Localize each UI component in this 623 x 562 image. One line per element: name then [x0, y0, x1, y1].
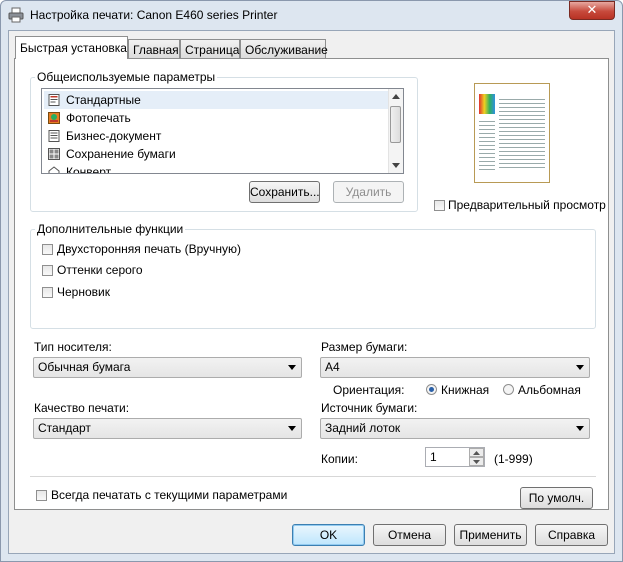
page-preview [474, 83, 550, 183]
always-print-checkbox[interactable] [36, 490, 47, 501]
list-item[interactable]: Фотопечать [44, 109, 388, 127]
copies-stepper[interactable]: 1 [425, 447, 485, 467]
paper-size-select[interactable]: A4 [320, 357, 590, 378]
paper-saving-icon [48, 148, 60, 160]
separator [30, 476, 596, 477]
always-print-label: Всегда печатать с текущими параметрами [51, 488, 288, 502]
envelope-icon [48, 166, 60, 173]
paper-source-value: Задний лоток [325, 421, 401, 435]
delete-preset-button[interactable]: Удалить [333, 181, 404, 203]
grayscale-checkbox[interactable] [42, 265, 53, 276]
scroll-thumb[interactable] [390, 106, 401, 143]
chevron-down-icon [576, 365, 584, 370]
paper-source-label: Источник бумаги: [321, 401, 418, 415]
print-quality-label: Качество печати: [34, 401, 130, 415]
list-item[interactable]: Конверт [44, 163, 388, 174]
printer-icon [8, 7, 24, 23]
presets-group-label: Общеиспользуемые параметры [35, 70, 218, 84]
cancel-button[interactable]: Отмена [373, 524, 446, 546]
defaults-button[interactable]: По умолч. [520, 487, 593, 509]
list-item-label: Сохранение бумаги [66, 147, 176, 161]
standard-icon [48, 94, 60, 106]
list-item-label: Бизнес-документ [66, 129, 162, 143]
list-item-label: Фотопечать [66, 111, 131, 125]
landscape-label: Альбомная [518, 383, 581, 397]
list-item[interactable]: Стандартные [44, 91, 388, 109]
orientation-label: Ориентация: [333, 383, 405, 397]
tab-page[interactable]: Страница [180, 39, 240, 58]
duplex-label: Двухсторонняя печать (Вручную) [57, 242, 242, 256]
list-item[interactable]: Бизнес-документ [44, 127, 388, 145]
extra-functions-label: Дополнительные функции [35, 222, 186, 236]
duplex-checkbox[interactable] [42, 244, 53, 255]
arrow-up-icon [473, 451, 480, 455]
media-type-select[interactable]: Обычная бумага [33, 357, 302, 378]
tab-maintenance[interactable]: Обслуживание [240, 39, 328, 58]
document-icon [48, 130, 60, 142]
preview-text-lines [499, 96, 545, 171]
draft-checkbox[interactable] [42, 287, 53, 298]
portrait-label: Книжная [441, 383, 490, 397]
portrait-radio[interactable] [426, 384, 437, 395]
paper-source-select[interactable]: Задний лоток [320, 418, 590, 439]
close-button[interactable]: ✕ [569, 1, 615, 20]
paper-size-value: A4 [325, 360, 340, 374]
print-quality-value: Стандарт [38, 421, 91, 435]
copies-up-button[interactable] [469, 448, 484, 457]
preview-label: Предварительный просмотр [448, 198, 606, 212]
landscape-radio[interactable] [503, 384, 514, 395]
photo-icon [48, 112, 60, 124]
tab-main[interactable]: Главная [128, 39, 180, 58]
copies-down-button[interactable] [469, 457, 484, 466]
scroll-down-icon[interactable] [392, 163, 400, 168]
help-button[interactable]: Справка [535, 524, 608, 546]
list-item[interactable]: Сохранение бумаги [44, 145, 388, 163]
media-type-label: Тип носителя: [34, 340, 112, 354]
chevron-down-icon [288, 365, 296, 370]
window-title: Настройка печати: Canon E460 series Prin… [30, 8, 278, 22]
ok-button[interactable]: OK [292, 524, 365, 546]
presets-list[interactable]: Стандартные Фотопечать Бизнес-документ С… [41, 88, 404, 174]
tab-quick-setup[interactable]: Быстрая установка [15, 36, 128, 59]
copies-label: Копии: [321, 452, 358, 466]
preview-checkbox[interactable] [434, 200, 445, 211]
paper-size-label: Размер бумаги: [321, 340, 408, 354]
scroll-up-icon[interactable] [392, 94, 400, 99]
print-quality-select[interactable]: Стандарт [33, 418, 302, 439]
presets-scrollbar[interactable] [388, 89, 403, 173]
preview-image [479, 94, 495, 114]
arrow-down-icon [473, 460, 480, 464]
draft-label: Черновик [57, 285, 110, 299]
list-item-label: Конверт [66, 165, 112, 174]
apply-button[interactable]: Применить [454, 524, 527, 546]
chevron-down-icon [576, 426, 584, 431]
media-type-value: Обычная бумага [38, 360, 131, 374]
grayscale-label: Оттенки серого [57, 263, 143, 277]
preview-text-lines [479, 118, 495, 171]
copies-range: (1-999) [494, 452, 533, 466]
title-bar: Настройка печати: Canon E460 series Prin… [0, 0, 623, 30]
save-preset-button[interactable]: Сохранить... [249, 181, 320, 203]
list-item-label: Стандартные [66, 93, 141, 107]
copies-value: 1 [430, 450, 437, 464]
chevron-down-icon [288, 426, 296, 431]
tab-panel: Общеиспользуемые параметры Стандартные Ф… [14, 58, 609, 510]
